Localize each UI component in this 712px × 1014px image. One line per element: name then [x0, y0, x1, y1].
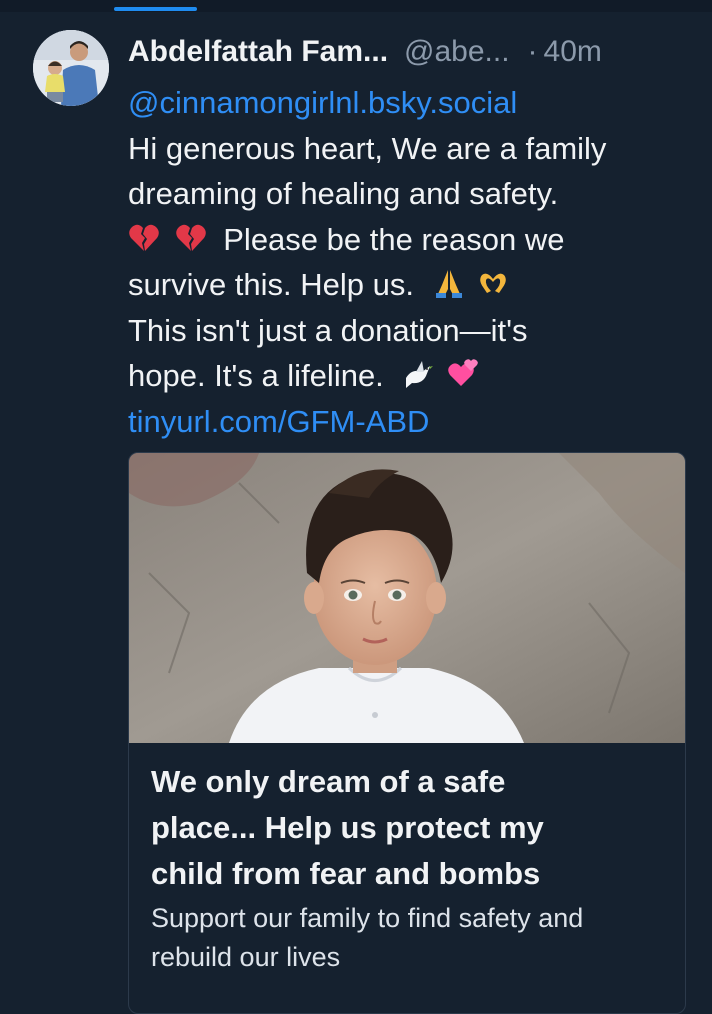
active-tab-indicator — [114, 7, 197, 11]
post-text-segment: Please be the reason we — [223, 221, 565, 257]
heart-hands-icon — [480, 273, 507, 293]
timestamp[interactable]: 40m — [544, 35, 602, 69]
link-card-title-line: We only dream of a safe — [151, 764, 506, 799]
post-text-line: This isn't just a donation—it's — [128, 312, 528, 348]
folded-hands-icon — [435, 270, 462, 298]
author-name[interactable]: Abdelfattah Fam... — [128, 35, 388, 69]
post-text-segment: survive this. Help us. — [128, 267, 414, 302]
post[interactable]: Abdelfattah Fam... @abe... · 40m @cinnam… — [0, 12, 712, 1014]
post-text-line: Please be the reason we — [128, 217, 698, 263]
post-text-line: Hi generous heart, We are a family — [128, 130, 607, 166]
link-card-description: Support our family to find safety and re… — [151, 899, 671, 977]
dove-icon — [406, 361, 434, 388]
link-card[interactable]: We only dream of a safe place... Help us… — [128, 452, 686, 1014]
author-handle[interactable]: @abe... — [404, 35, 510, 69]
post-text-line: dreaming of healing and safety. — [128, 176, 559, 211]
link-card-description-line: rebuild our lives — [151, 942, 341, 972]
broken-heart-icon — [129, 224, 159, 251]
top-tab-bar — [0, 0, 712, 12]
avatar-photo — [33, 30, 109, 106]
post-header: Abdelfattah Fam... @abe... · 40m — [128, 30, 698, 74]
post-text: @cinnamongirlnl.bsky.social Hi generous … — [128, 80, 698, 444]
revolving-hearts-icon — [448, 359, 478, 386]
mention-link[interactable]: @cinnamongirlnl.bsky.social — [128, 80, 698, 126]
link-card-title-line: child from fear and bombs — [151, 856, 541, 891]
post-text-segment: hope. It's a lifeline. — [128, 358, 384, 393]
link-card-title: We only dream of a safe place... Help us… — [151, 759, 671, 897]
broken-heart-icon — [175, 224, 206, 251]
link-card-image — [129, 453, 685, 743]
post-text-line: survive this. Help us. — [128, 262, 698, 308]
link-card-title-line: place... Help us protect my — [151, 810, 544, 845]
avatar[interactable] — [33, 30, 109, 106]
external-link[interactable]: tinyurl.com/GFM-ABD — [128, 399, 698, 445]
post-text-line: hope. It's a lifeline. — [128, 353, 698, 399]
separator: · — [527, 35, 538, 68]
link-card-description-line: Support our family to find safety and — [151, 903, 584, 933]
